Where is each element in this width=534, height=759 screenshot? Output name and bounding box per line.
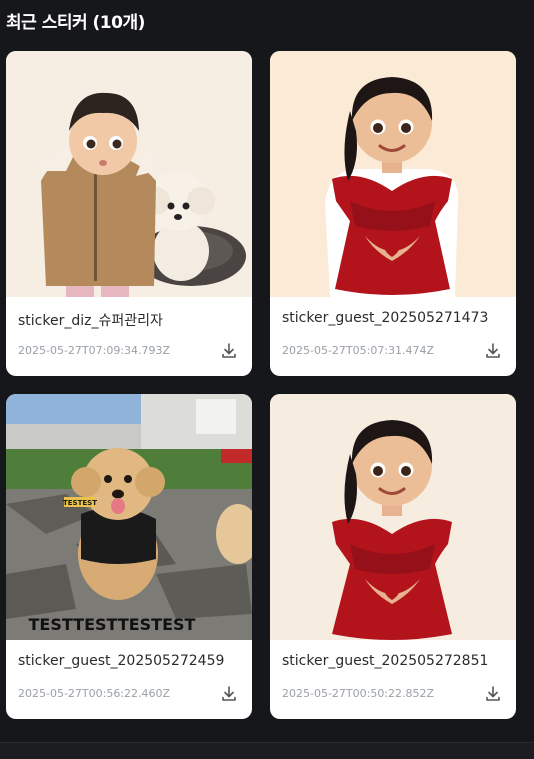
sticker-date: 2025-05-27T05:07:31.474Z xyxy=(282,344,435,357)
sticker-card[interactable]: sticker_diz_슈퍼관리자 2025-05-27T07:09:34.79… xyxy=(6,51,252,376)
sticker-card[interactable]: TESTEST TESTTESTTESTEST sticker_guest_20… xyxy=(6,394,252,719)
sticker-image xyxy=(270,394,516,640)
sticker-name: sticker_diz_슈퍼관리자 xyxy=(18,313,163,329)
sticker-name: sticker_guest_202505271473 xyxy=(282,310,489,326)
download-icon[interactable] xyxy=(220,685,238,703)
sticker-date: 2025-05-27T07:09:34.793Z xyxy=(18,344,171,357)
sticker-card[interactable]: sticker_guest_202505272851 2025-05-27T00… xyxy=(270,394,516,719)
sticker-grid: sticker_diz_슈퍼관리자 2025-05-27T07:09:34.79… xyxy=(6,51,516,719)
download-icon[interactable] xyxy=(220,342,238,360)
sticker-image: TESTEST TESTTESTTESTEST xyxy=(6,394,252,640)
bottom-bar xyxy=(0,742,534,759)
section-title: 최근 스티커 (10개) xyxy=(6,13,145,33)
download-icon[interactable] xyxy=(484,342,502,360)
tag-text: TESTEST xyxy=(63,499,97,507)
sticker-image xyxy=(270,51,516,297)
sticker-name: sticker_guest_202505272851 xyxy=(282,653,489,669)
watermark-text: TESTTESTTESTEST xyxy=(29,615,196,634)
sticker-card[interactable]: sticker_guest_202505271473 2025-05-27T05… xyxy=(270,51,516,376)
sticker-date: 2025-05-27T00:50:22.852Z xyxy=(282,687,435,700)
sticker-name: sticker_guest_202505272459 xyxy=(18,653,225,669)
download-icon[interactable] xyxy=(484,685,502,703)
sticker-date: 2025-05-27T00:56:22.460Z xyxy=(18,687,171,700)
sticker-image xyxy=(6,51,252,297)
